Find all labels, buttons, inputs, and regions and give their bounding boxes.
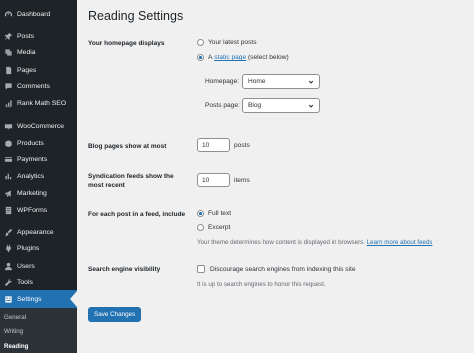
- excerpt-radio[interactable]: [197, 224, 204, 231]
- brush-icon: [4, 228, 13, 237]
- sidebar-item-label: Appearance: [17, 228, 54, 236]
- homepage-select-value: Home: [248, 78, 266, 85]
- discourage-search-checkbox[interactable]: [197, 265, 205, 273]
- full-text-label: Full text: [208, 210, 232, 217]
- sidebar-item-label: Payments: [17, 155, 48, 163]
- submenu-item-reading[interactable]: Reading: [4, 343, 28, 350]
- option-latest-posts[interactable]: Your latest posts: [197, 39, 257, 46]
- sidebar-item-dashboard[interactable]: Dashboard: [0, 5, 77, 23]
- analytics-icon: [4, 172, 13, 181]
- settings-submenu: General Writing Reading: [0, 308, 77, 353]
- search-visibility-label: Search engine visibility: [88, 266, 161, 273]
- discourage-search-option[interactable]: Discourage search engines from indexing …: [197, 265, 356, 273]
- sidebar-item-analytics[interactable]: Analytics: [0, 167, 77, 185]
- static-page-radio[interactable]: [197, 54, 204, 61]
- plugin-icon: [4, 244, 13, 253]
- media-icon: [4, 48, 13, 57]
- sidebar-item-marketing[interactable]: Marketing: [0, 184, 77, 202]
- woocommerce-icon: [4, 122, 13, 131]
- submenu-item-writing[interactable]: Writing: [4, 328, 23, 335]
- sidebar-item-payments[interactable]: Payments: [0, 150, 77, 168]
- sidebar-item-label: Dashboard: [17, 10, 51, 18]
- latest-posts-label: Your latest posts: [208, 39, 257, 46]
- sidebar-item-woocommerce[interactable]: WooCommerce: [0, 117, 77, 135]
- syndication-label: Syndication feeds show the most recent: [88, 173, 174, 189]
- feed-include-label: For each post in a feed, include: [88, 211, 186, 218]
- excerpt-label: Excerpt: [208, 224, 231, 231]
- sidebar-item-label: Media: [17, 48, 36, 56]
- learn-more-feeds-link[interactable]: Learn more about feeds: [367, 239, 433, 246]
- sidebar-item-tools[interactable]: Tools: [0, 273, 77, 291]
- sidebar-item-label: Comments: [17, 82, 50, 90]
- search-visibility-description: It is up to search engines to honor this…: [197, 281, 326, 288]
- sidebar-item-label: Posts: [17, 32, 34, 40]
- sidebar-item-label: Tools: [17, 278, 33, 286]
- chevron-down-icon: [308, 79, 314, 85]
- posts-page-select-label: Posts page:: [205, 102, 240, 109]
- homepage-select-label: Homepage:: [205, 78, 240, 85]
- homepage-displays-label: Your homepage displays: [88, 40, 165, 47]
- sidebar-item-settings[interactable]: Settings: [0, 290, 77, 308]
- sidebar-item-label: Products: [17, 139, 44, 147]
- sidebar-item-comments[interactable]: Comments: [0, 77, 77, 95]
- sidebar-item-wpforms[interactable]: WPForms: [0, 201, 77, 219]
- feed-description: Your theme determines how content is dis…: [197, 239, 432, 246]
- static-page-link[interactable]: static page: [214, 54, 246, 61]
- static-page-suffix: (select below): [247, 54, 289, 61]
- dashboard-icon: [4, 10, 13, 19]
- blog-pages-unit: posts: [234, 142, 250, 149]
- sidebar-item-label: WPForms: [17, 206, 48, 214]
- page-title: Reading Settings: [88, 9, 184, 23]
- feed-description-text: Your theme determines how content is dis…: [197, 239, 365, 246]
- posts-page-select-value: Blog: [248, 102, 262, 109]
- sidebar-item-plugins[interactable]: Plugins: [0, 239, 77, 257]
- pin-icon: [4, 32, 13, 41]
- homepage-select[interactable]: Home: [242, 74, 320, 89]
- forms-icon: [4, 206, 13, 215]
- sidebar-item-label: WooCommerce: [17, 122, 65, 130]
- full-text-radio[interactable]: [197, 210, 204, 217]
- main-content: Reading Settings Your homepage displays …: [77, 0, 474, 353]
- discourage-search-label: Discourage search engines from indexing …: [210, 265, 356, 273]
- chevron-down-icon: [308, 103, 314, 109]
- option-full-text[interactable]: Full text: [197, 210, 231, 217]
- latest-posts-radio[interactable]: [197, 39, 204, 46]
- static-page-prefix: A: [208, 54, 213, 61]
- sidebar-item-label: Plugins: [17, 244, 40, 252]
- option-excerpt[interactable]: Excerpt: [197, 224, 230, 231]
- sidebar-item-label: Marketing: [17, 189, 47, 197]
- sidebar-item-label: Users: [17, 262, 35, 270]
- submenu-item-general[interactable]: General: [4, 314, 26, 321]
- comments-icon: [4, 82, 13, 91]
- settings-icon: [4, 295, 13, 304]
- blog-pages-input[interactable]: 10: [197, 138, 230, 152]
- wrench-icon: [4, 278, 13, 287]
- sidebar-item-label: Analytics: [17, 172, 45, 180]
- sidebar-item-label: Rank Math SEO: [17, 99, 67, 107]
- blog-pages-label: Blog pages show at most: [88, 143, 167, 150]
- products-icon: [4, 139, 13, 148]
- chart-icon: [4, 99, 13, 108]
- admin-sidebar: Dashboard Posts Media Pages Comments Ran…: [0, 0, 77, 353]
- posts-page-select[interactable]: Blog: [242, 98, 320, 113]
- active-menu-indicator: [70, 291, 77, 307]
- sidebar-item-media[interactable]: Media: [0, 43, 77, 61]
- megaphone-icon: [4, 189, 13, 198]
- syndication-input[interactable]: 10: [197, 173, 230, 187]
- syndication-unit: items: [234, 177, 250, 184]
- save-changes-button[interactable]: Save Changes: [88, 307, 142, 322]
- sidebar-item-label: Pages: [17, 66, 37, 74]
- pages-icon: [4, 66, 13, 75]
- sidebar-item-rank-math-seo[interactable]: Rank Math SEO: [0, 94, 77, 112]
- sidebar-item-label: Settings: [17, 295, 42, 303]
- users-icon: [4, 262, 13, 271]
- payments-icon: [4, 155, 13, 164]
- option-static-page[interactable]: A static page (select below): [197, 54, 289, 61]
